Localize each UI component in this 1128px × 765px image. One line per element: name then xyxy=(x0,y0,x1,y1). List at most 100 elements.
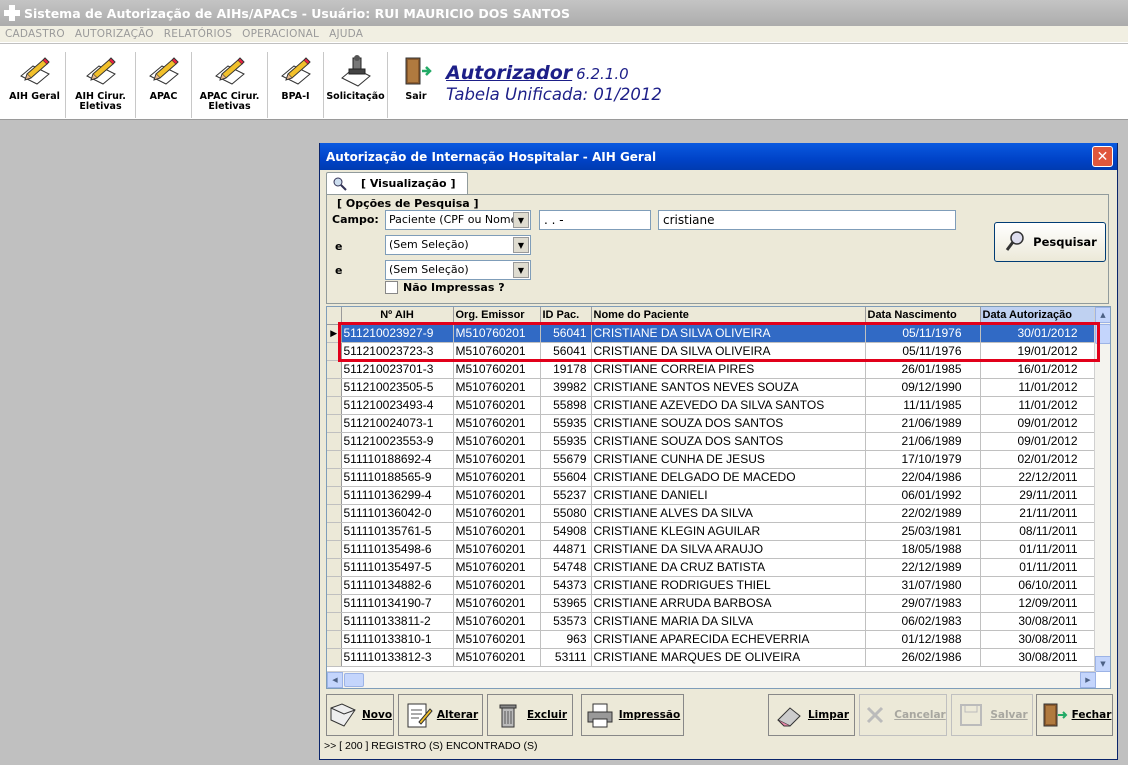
cancelar-button[interactable]: Cancelar xyxy=(859,694,947,736)
novo-button[interactable]: Novo xyxy=(326,694,394,736)
chevron-down-icon[interactable]: ▼ xyxy=(513,237,529,253)
col-header-data-autorizacao[interactable]: Data Autorização xyxy=(980,307,1097,325)
cell-aih: 511210023553-9 xyxy=(341,432,454,451)
cell-data-nascimento: 26/02/1986 xyxy=(865,648,981,667)
cell-id-pac: 55080 xyxy=(540,504,592,523)
table-row[interactable]: 511110133810-1 M510760201 963 CRISTIANE APA… xyxy=(327,630,1097,649)
scroll-left-icon[interactable]: ◀ xyxy=(327,672,343,688)
aih-cirur-eletivas-button[interactable]: AIH Cirur. Eletivas xyxy=(66,52,136,118)
alterar-button[interactable]: Alterar xyxy=(398,694,483,736)
brand-name: Autorizador xyxy=(446,62,573,84)
salvar-button[interactable]: Salvar xyxy=(951,694,1033,736)
table-row[interactable]: 511110188692-4 M510760201 55679 CRISTIANE C… xyxy=(327,450,1097,469)
campo-select-value: Paciente (CPF ou Nome) xyxy=(389,213,522,226)
sair-button[interactable]: Sair xyxy=(388,52,444,118)
table-row[interactable]: 511110135497-5 M510760201 54748 CRISTIANE D… xyxy=(327,558,1097,577)
checkbox-box[interactable] xyxy=(385,281,398,294)
fechar-label: Fechar xyxy=(1071,709,1112,721)
search-options-title: [ Opções de Pesquisa ] xyxy=(335,197,481,210)
scroll-up-icon[interactable]: ▲ xyxy=(1095,307,1110,323)
cell-org-emissor: M510760201 xyxy=(453,522,541,541)
search-name-input[interactable]: cristiane xyxy=(658,210,956,230)
col-header-data-nascimento[interactable]: Data Nascimento xyxy=(865,307,981,325)
menu-operacional[interactable]: OPERACIONAL xyxy=(237,28,324,40)
table-row[interactable]: 511110136042-0 M510760201 55080 CRISTIANE A… xyxy=(327,504,1097,523)
table-row[interactable]: 511210023723-3 M510760201 56041 CRISTIANE D… xyxy=(327,342,1097,361)
cell-nome: CRISTIANE SANTOS NEVES SOUZA xyxy=(591,378,866,397)
row-indicator xyxy=(327,360,342,379)
cancelar-label: Cancelar xyxy=(894,709,946,721)
app-title-bar: Sistema de Autorização de AIHs/APACs - U… xyxy=(0,0,1128,26)
vertical-scrollbar[interactable]: ▲ ▼ xyxy=(1094,307,1110,672)
limpar-button[interactable]: Limpar xyxy=(768,694,855,736)
table-row[interactable]: 511110188565-9 M510760201 55604 CRISTIANE D… xyxy=(327,468,1097,487)
cell-nome: CRISTIANE MARQUES DE OLIVEIRA xyxy=(591,648,866,667)
campo-select[interactable]: Paciente (CPF ou Nome) ▼ xyxy=(385,210,531,230)
cell-nome: CRISTIANE DA SILVA OLIVEIRA xyxy=(591,324,866,343)
menu-bar: CADASTRO AUTORIZAÇÃO RELATÓRIOS OPERACIO… xyxy=(0,26,1128,43)
scroll-right-icon[interactable]: ▶ xyxy=(1080,672,1096,688)
cpf-input[interactable]: . . - xyxy=(539,210,651,230)
chevron-down-icon[interactable]: ▼ xyxy=(513,212,529,228)
eraser-icon xyxy=(777,707,801,727)
cell-data-nascimento: 11/11/1985 xyxy=(865,396,981,415)
scroll-down-icon[interactable]: ▼ xyxy=(1095,656,1110,672)
aih-geral-window: Autorização de Internação Hospitalar - A… xyxy=(319,143,1118,760)
row-indicator xyxy=(327,612,342,631)
table-row[interactable]: 511210023493-4 M510760201 55898 CRISTIANE A… xyxy=(327,396,1097,415)
solicitacao-button[interactable]: Solicitação xyxy=(324,52,388,118)
filter-select-2[interactable]: (Sem Seleção) ▼ xyxy=(385,260,531,280)
table-row[interactable]: 511210023505-5 M510760201 39982 CRISTIANE S… xyxy=(327,378,1097,397)
row-indicator xyxy=(327,648,342,667)
table-row[interactable]: 511110133812-3 M510760201 53111 CRISTIANE M… xyxy=(327,648,1097,667)
close-icon[interactable]: ✕ xyxy=(1092,146,1113,167)
table-row[interactable]: 511110135761-5 M510760201 54908 CRISTIANE K… xyxy=(327,522,1097,541)
menu-autorizacao[interactable]: AUTORIZAÇÃO xyxy=(70,28,159,40)
nao-impressas-checkbox[interactable]: Não Impressas ? xyxy=(385,281,505,294)
h-scroll-thumb[interactable] xyxy=(344,673,364,687)
table-row[interactable]: 511210024073-1 M510760201 55935 CRISTIANE S… xyxy=(327,414,1097,433)
table-row[interactable]: 511110135498-6 M510760201 44871 CRISTIANE D… xyxy=(327,540,1097,559)
menu-cadastro[interactable]: CADASTRO xyxy=(0,28,70,40)
tab-visualizacao[interactable]: [ Visualização ] xyxy=(326,172,469,194)
row-indicator xyxy=(327,540,342,559)
pesquisar-button[interactable]: Pesquisar xyxy=(994,222,1106,262)
col-header-aih[interactable]: Nº AIH xyxy=(341,307,454,325)
filter-select-1[interactable]: (Sem Seleção) ▼ xyxy=(385,235,531,255)
cell-data-nascimento: 05/11/1976 xyxy=(865,324,981,343)
table-row[interactable]: 511210023553-9 M510760201 55935 CRISTIANE S… xyxy=(327,432,1097,451)
menu-ajuda[interactable]: AJUDA xyxy=(324,28,368,40)
col-header-id-pac[interactable]: ID Pac. xyxy=(540,307,592,325)
cell-id-pac: 39982 xyxy=(540,378,592,397)
table-row[interactable]: ▶ 511210023927-9 M510760201 56041 CRISTIANE … xyxy=(327,324,1097,343)
excluir-button[interactable]: Excluir xyxy=(487,694,573,736)
cell-data-nascimento: 29/07/1983 xyxy=(865,594,981,613)
cell-id-pac: 19178 xyxy=(540,360,592,379)
cell-id-pac: 44871 xyxy=(540,540,592,559)
apac-cirur-eletivas-button[interactable]: APAC Cirur. Eletivas xyxy=(192,52,268,118)
cell-org-emissor: M510760201 xyxy=(453,612,541,631)
aih-geral-button[interactable]: AIH Geral xyxy=(4,52,66,118)
table-row[interactable]: 511210023701-3 M510760201 19178 CRISTIANE C… xyxy=(327,360,1097,379)
results-grid[interactable]: Nº AIH Org. Emissor ID Pac. Nome do Paci… xyxy=(326,306,1111,689)
col-header-nome[interactable]: Nome do Paciente xyxy=(591,307,866,325)
scroll-thumb[interactable] xyxy=(1095,324,1110,344)
menu-relatorios[interactable]: RELATÓRIOS xyxy=(159,28,237,40)
table-row[interactable]: 511110134190-7 M510760201 53965 CRISTIANE A… xyxy=(327,594,1097,613)
novo-label: Novo xyxy=(361,709,393,721)
row-indicator xyxy=(327,558,342,577)
apac-button[interactable]: APAC xyxy=(136,52,192,118)
table-row[interactable]: 511110133811-2 M510760201 53573 CRISTIANE M… xyxy=(327,612,1097,631)
bpa-i-button[interactable]: BPA-I xyxy=(268,52,324,118)
cell-nome: CRISTIANE DA CRUZ BATISTA xyxy=(591,558,866,577)
impressao-button[interactable]: Impressão xyxy=(581,694,684,736)
table-row[interactable]: 511110136299-4 M510760201 55237 CRISTIANE D… xyxy=(327,486,1097,505)
solicitacao-label: Solicitação xyxy=(326,91,385,102)
fechar-button[interactable]: Fechar xyxy=(1036,694,1113,736)
chevron-down-icon[interactable]: ▼ xyxy=(513,262,529,278)
horizontal-scrollbar[interactable]: ◀ ▶ xyxy=(327,671,1096,688)
table-row[interactable]: 511110134882-6 M510760201 54373 CRISTIANE R… xyxy=(327,576,1097,595)
col-header-org-emissor[interactable]: Org. Emissor xyxy=(453,307,541,325)
cell-data-nascimento: 09/12/1990 xyxy=(865,378,981,397)
pesquisar-label: Pesquisar xyxy=(1033,235,1097,249)
